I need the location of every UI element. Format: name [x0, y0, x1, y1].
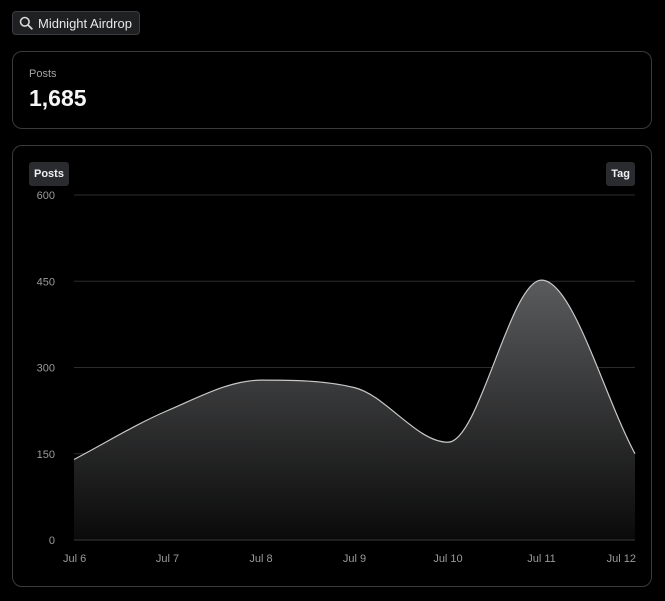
search-chip-label: Midnight Airdrop: [38, 15, 132, 31]
x-tick-label: Jul 6: [63, 553, 86, 565]
x-tick-label: Jul 12: [607, 553, 636, 565]
stat-label: Posts: [29, 68, 57, 80]
area-fill: [74, 280, 635, 540]
y-tick-label: 300: [37, 363, 55, 375]
x-tick-label: Jul 10: [433, 553, 462, 565]
tag-button[interactable]: Tag: [606, 162, 635, 186]
area-chart: 0 150 300 450 600 Jul 6 Jul 7 Jul 8 Jul 9 Jul 10 J…: [37, 190, 636, 565]
search-icon: [19, 16, 33, 30]
y-tick-label: 600: [37, 190, 55, 202]
y-tick-label: 450: [37, 276, 55, 288]
x-tick-label: Jul 8: [249, 553, 272, 565]
x-tick-label: Jul 9: [343, 553, 366, 565]
y-tick-label: 0: [49, 535, 55, 547]
posts-stat-card: Posts 1,685: [12, 51, 652, 129]
x-tick-label: Jul 11: [527, 553, 556, 565]
x-tick-label: Jul 7: [156, 553, 179, 565]
search-chip[interactable]: Midnight Airdrop: [12, 11, 140, 35]
chart-card: 0 150 300 450 600 Jul 6 Jul 7 Jul 8 Jul 9 Jul 10 J…: [12, 145, 652, 587]
y-tick-label: 150: [37, 449, 55, 461]
stat-value: 1,685: [29, 85, 87, 111]
posts-metric-button[interactable]: Posts: [29, 162, 69, 186]
